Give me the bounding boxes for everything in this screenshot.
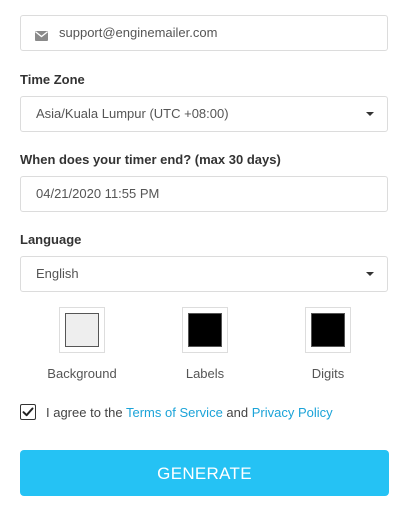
agree-checkbox[interactable]: [20, 404, 36, 420]
background-color-swatch: [65, 313, 99, 347]
timer-end-input[interactable]: 04/21/2020 11:55 PM: [20, 176, 388, 212]
agreement-text: I agree to the Terms of Service and Priv…: [46, 404, 333, 421]
digits-color-swatch: [311, 313, 345, 347]
agreement-prefix: I agree to the: [46, 405, 126, 420]
privacy-policy-link[interactable]: Privacy Policy: [252, 405, 333, 420]
time-zone-value: Asia/Kuala Lumpur (UTC +08:00): [36, 106, 229, 121]
language-label: Language: [20, 232, 82, 247]
background-color-label: Background: [47, 366, 117, 381]
email-field[interactable]: support@enginemailer.com: [20, 15, 388, 51]
email-value: support@enginemailer.com: [59, 25, 218, 40]
timer-end-label: When does your timer end? (max 30 days): [20, 152, 281, 167]
terms-of-service-link[interactable]: Terms of Service: [126, 405, 223, 420]
caret-down-icon: [366, 272, 374, 276]
generate-button[interactable]: GENERATE: [20, 450, 389, 496]
envelope-icon: [35, 28, 48, 41]
digits-color-picker[interactable]: [305, 307, 351, 353]
language-select[interactable]: English: [20, 256, 388, 292]
checkmark-icon: [22, 407, 34, 417]
background-color-picker[interactable]: [59, 307, 105, 353]
labels-color-swatch: [188, 313, 222, 347]
language-value: English: [36, 266, 79, 281]
time-zone-label: Time Zone: [20, 72, 85, 87]
caret-down-icon: [366, 112, 374, 116]
labels-color-picker[interactable]: [182, 307, 228, 353]
agreement-middle: and: [222, 405, 252, 420]
timer-end-value: 04/21/2020 11:55 PM: [36, 186, 160, 201]
time-zone-select[interactable]: Asia/Kuala Lumpur (UTC +08:00): [20, 96, 388, 132]
timer-form: support@enginemailer.com Time Zone Asia/…: [0, 0, 416, 528]
digits-color-label: Digits: [311, 366, 345, 381]
labels-color-label: Labels: [185, 366, 225, 381]
